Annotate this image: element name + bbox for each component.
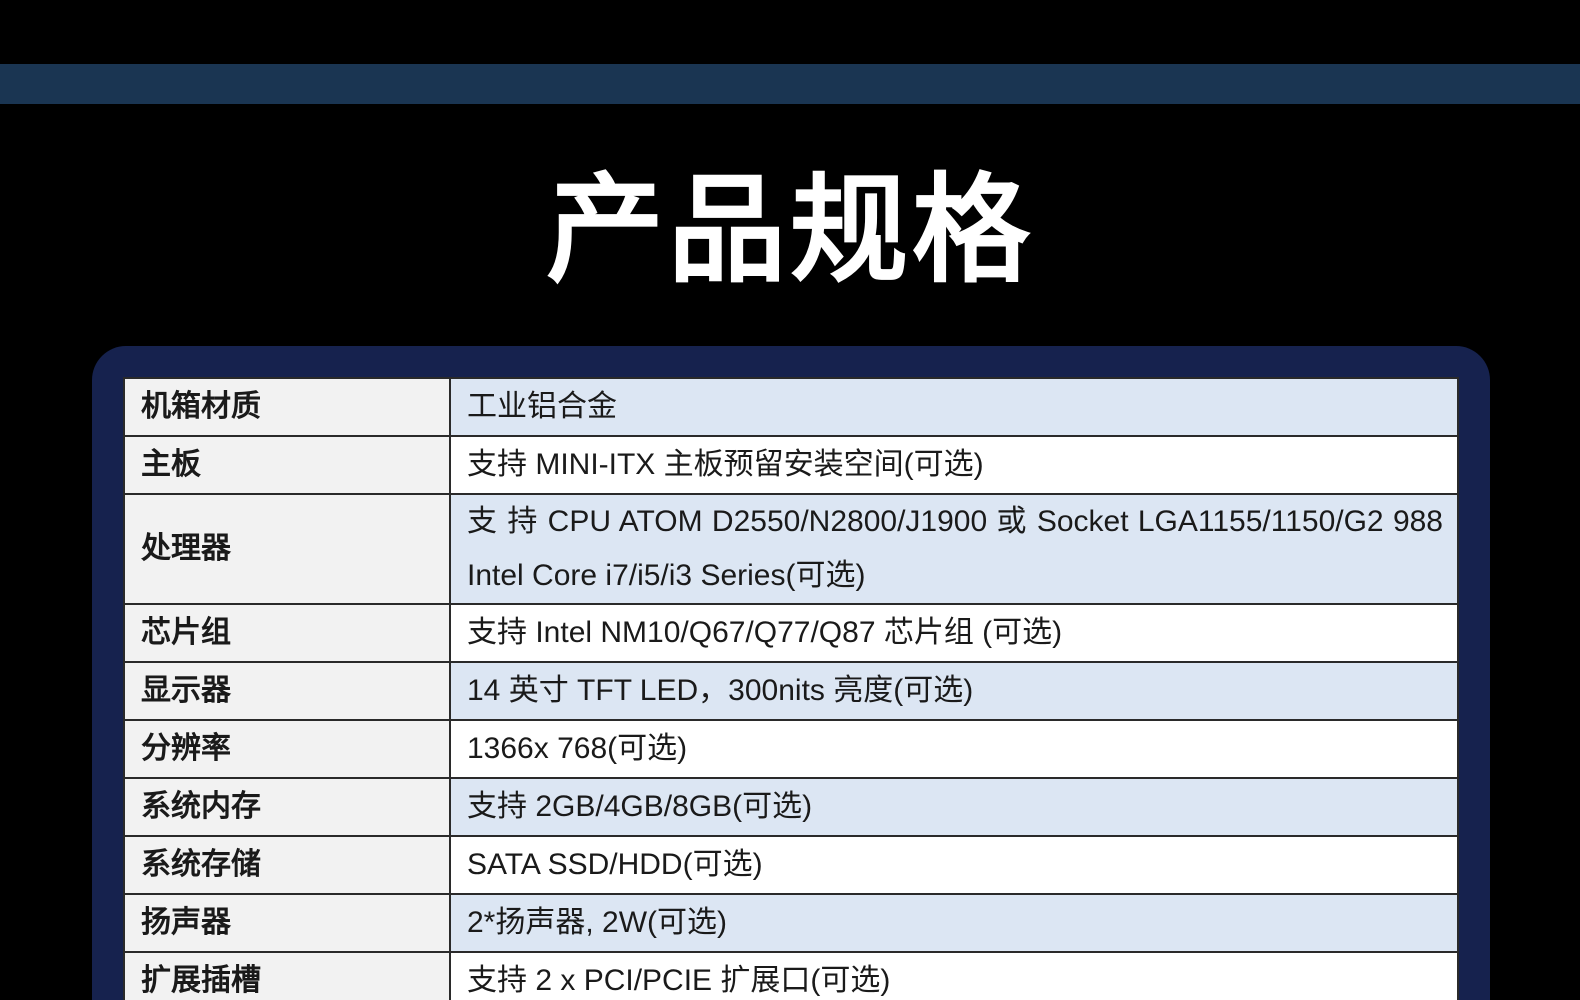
spec-label: 机箱材质 (123, 377, 451, 437)
spec-label: 系统内存 (123, 777, 451, 837)
table-row: 机箱材质 工业铝合金 (123, 377, 1459, 437)
table-row: 系统内存 支持 2GB/4GB/8GB(可选) (123, 777, 1459, 837)
table-row: 显示器 14 英寸 TFT LED，300nits 亮度(可选) (123, 661, 1459, 721)
spec-value: 工业铝合金 (449, 377, 1459, 437)
spec-value: 支持 2GB/4GB/8GB(可选) (449, 777, 1459, 837)
spec-label: 扩展插槽 (123, 951, 451, 1000)
table-row: 主板 支持 MINI-ITX 主板预留安装空间(可选) (123, 435, 1459, 495)
table-row: 处理器 支 持 CPU ATOM D2550/N2800/J1900 或 Soc… (123, 493, 1459, 605)
spec-label: 主板 (123, 435, 451, 495)
spec-label: 显示器 (123, 661, 451, 721)
table-row: 系统存储 SATA SSD/HDD(可选) (123, 835, 1459, 895)
spec-value: 14 英寸 TFT LED，300nits 亮度(可选) (449, 661, 1459, 721)
table-row: 芯片组 支持 Intel NM10/Q67/Q77/Q87 芯片组 (可选) (123, 603, 1459, 663)
spec-table: 机箱材质 工业铝合金 主板 支持 MINI-ITX 主板预留安装空间(可选) 处… (123, 377, 1459, 1000)
table-row: 分辨率 1366x 768(可选) (123, 719, 1459, 779)
spec-value: SATA SSD/HDD(可选) (449, 835, 1459, 895)
spec-value: 2*扬声器, 2W(可选) (449, 893, 1459, 953)
page-title: 产品规格 (545, 161, 1034, 299)
spec-value: 支持 Intel NM10/Q67/Q77/Q87 芯片组 (可选) (449, 603, 1459, 663)
spec-value: 1366x 768(可选) (449, 719, 1459, 779)
spec-value: 支持 MINI-ITX 主板预留安装空间(可选) (449, 435, 1459, 495)
spec-label: 系统存储 (123, 835, 451, 895)
spec-value: 支 持 CPU ATOM D2550/N2800/J1900 或 Socket … (449, 493, 1459, 605)
spec-label: 扬声器 (123, 893, 451, 953)
spec-value: 支持 2 x PCI/PCIE 扩展口(可选) (449, 951, 1459, 1000)
top-banner-bar (0, 64, 1580, 104)
spec-label: 芯片组 (123, 603, 451, 663)
table-row: 扩展插槽 支持 2 x PCI/PCIE 扩展口(可选) (123, 951, 1459, 1000)
table-row: 扬声器 2*扬声器, 2W(可选) (123, 893, 1459, 953)
spec-label: 处理器 (123, 493, 451, 605)
spec-label: 分辨率 (123, 719, 451, 779)
